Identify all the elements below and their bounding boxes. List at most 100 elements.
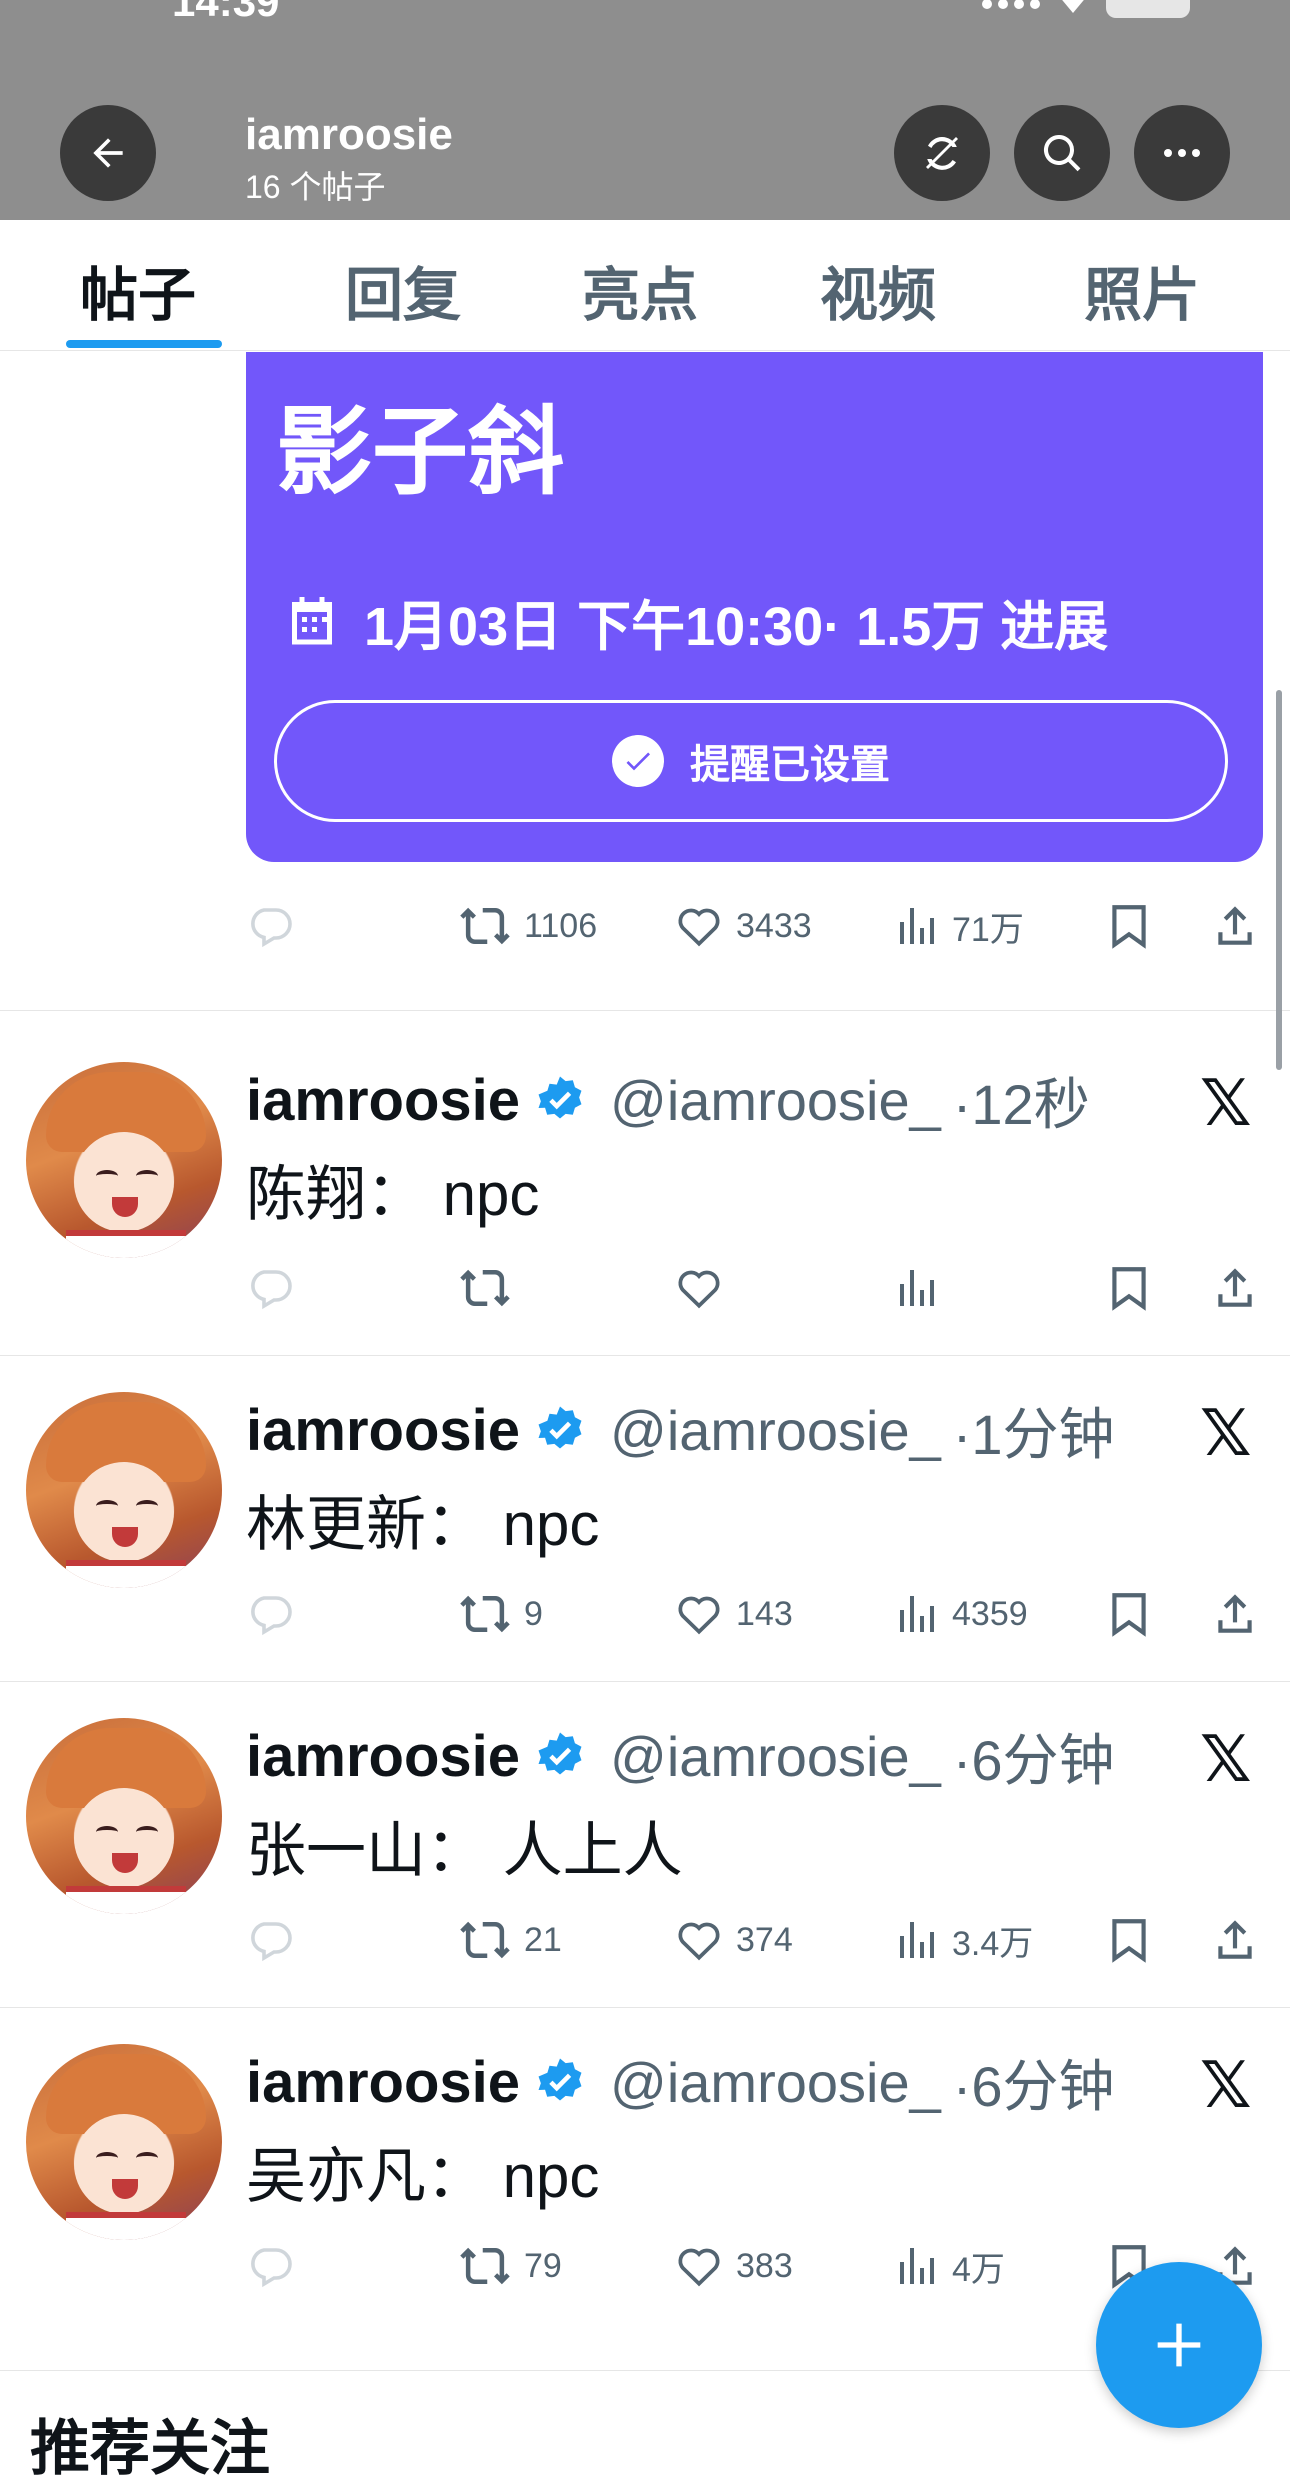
views-icon (900, 2248, 934, 2284)
avatar[interactable] (26, 1392, 222, 1588)
views-button[interactable]: 3.4万 (892, 1910, 1033, 1970)
reminder-set-button[interactable]: 提醒已设置 (274, 700, 1228, 822)
retweet-count: 79 (524, 2246, 562, 2285)
event-card[interactable]: 影子斜 1月03日 下午10:30· 1.5万 进展 提醒已设置 (246, 352, 1263, 862)
share-button[interactable] (1210, 896, 1260, 956)
tweet-handle: @iamroosie_ (610, 1399, 941, 1462)
scrollbar[interactable] (1276, 690, 1282, 1070)
share-button[interactable] (1210, 1910, 1260, 1970)
reply-button[interactable] (246, 2236, 294, 2296)
reply-button[interactable] (246, 1584, 294, 1644)
tweet-handle: @iamroosie_ (610, 1069, 941, 1132)
bookmark-icon (1112, 1593, 1146, 1637)
avatar[interactable] (26, 1062, 222, 1258)
share-button[interactable] (1210, 1258, 1260, 1318)
bookmark-button[interactable] (1104, 1910, 1154, 1970)
bookmark-icon (1112, 1267, 1146, 1311)
tweet-action-bar: 21 374 3.4万 (246, 1910, 1276, 1970)
search-button[interactable] (1014, 105, 1110, 201)
tab-posts[interactable]: 帖子 (80, 248, 196, 332)
tweet-item[interactable]: iamroosie @iamroosie_ ·12秒 𝕏 陈翔： npc (0, 1010, 1290, 1355)
retweet-button[interactable] (458, 1258, 524, 1318)
post-count: 16 个帖子 (245, 169, 386, 205)
tweet-author-name[interactable]: iamroosie (246, 2049, 520, 2116)
tweet-time: ·6分钟 (952, 1729, 1115, 1792)
tweet-handle: @iamroosie_ (610, 1725, 941, 1788)
more-icon (1164, 149, 1200, 157)
signal-icon (982, 0, 1040, 9)
tab-replies[interactable]: 回复 (345, 248, 461, 332)
views-button[interactable] (892, 1258, 952, 1318)
retweet-button[interactable]: 79 (458, 2236, 562, 2296)
heart-icon (678, 1922, 720, 1961)
compose-button[interactable] (1096, 2262, 1262, 2428)
tweet-item[interactable]: iamroosie @iamroosie_ ·6分钟 𝕏 张一山： 人上人 21… (0, 1666, 1290, 2006)
x-logo-icon: 𝕏 (1200, 1067, 1252, 1139)
heart-icon (678, 1596, 720, 1635)
tweet-time: ·6分钟 (952, 2055, 1115, 2118)
reply-icon (251, 2248, 292, 2288)
back-button[interactable] (60, 105, 156, 201)
views-button[interactable]: 71万 (892, 896, 1024, 956)
like-button[interactable]: 383 (674, 2236, 793, 2296)
reply-button[interactable] (246, 1910, 294, 1970)
arrow-left-icon (93, 138, 123, 168)
like-button[interactable]: 3433 (674, 896, 812, 956)
event-meta: 1月03日 下午10:30· 1.5万 进展 (282, 582, 1108, 661)
share-button[interactable] (1210, 1584, 1260, 1644)
views-count: 71万 (952, 910, 1024, 949)
tweet-item[interactable]: iamroosie @iamroosie_ ·1分钟 𝕏 林更新： npc 9 … (0, 1340, 1290, 1680)
bookmark-button[interactable] (1104, 896, 1154, 956)
tweet-author-name[interactable]: iamroosie (246, 1067, 520, 1134)
tweet-author-name[interactable]: iamroosie (246, 1723, 520, 1790)
tweet-time: ·1分钟 (952, 1403, 1115, 1466)
no-sync-icon (926, 137, 958, 170)
views-button[interactable]: 4万 (892, 2236, 1005, 2296)
top-bar: 14:39 iamroosie 16 个帖子 (0, 0, 1290, 220)
views-icon (900, 1270, 934, 1306)
battery-icon (1106, 0, 1190, 18)
tab-highlights[interactable]: 亮点 (582, 248, 698, 332)
profile-name: iamroosie (245, 110, 453, 159)
share-icon (1218, 1268, 1252, 1307)
bookmark-button[interactable] (1104, 1258, 1154, 1318)
x-logo-icon: 𝕏 (1200, 2049, 1252, 2121)
like-button[interactable]: 374 (674, 1910, 793, 1970)
views-button[interactable]: 4359 (892, 1584, 1028, 1644)
share-icon (1218, 1920, 1252, 1959)
status-time: 14:39 (172, 0, 280, 25)
like-button[interactable] (674, 1258, 736, 1318)
avatar[interactable] (26, 2044, 222, 2240)
event-meta-text: 1月03日 下午10:30· 1.5万 进展 (364, 597, 1109, 657)
tweet-author-name[interactable]: iamroosie (246, 1397, 520, 1464)
bookmark-icon (1112, 1919, 1146, 1963)
reply-button[interactable] (246, 1258, 294, 1318)
retweet-button[interactable]: 21 (458, 1910, 562, 1970)
verified-badge-icon (538, 2058, 582, 2100)
like-count: 143 (736, 1594, 793, 1633)
active-tab-indicator (66, 340, 222, 348)
event-action-bar: 1106 3433 71万 (246, 896, 1276, 956)
divider (0, 2370, 1290, 2371)
tweet-action-bar: 9 143 4359 (246, 1584, 1276, 1644)
tweet-text: 陈翔： npc (246, 1161, 540, 1228)
tweet-text: 林更新： npc (246, 1491, 600, 1558)
tab-videos[interactable]: 视频 (820, 248, 936, 332)
reply-button[interactable] (246, 896, 294, 956)
retweet-button[interactable]: 9 (458, 1584, 543, 1644)
tab-photos[interactable]: 照片 (1084, 248, 1200, 332)
avatar[interactable] (26, 1718, 222, 1914)
no-sync-button[interactable] (894, 105, 990, 201)
share-icon (1218, 1594, 1252, 1633)
more-button[interactable] (1134, 105, 1230, 201)
like-button[interactable]: 143 (674, 1584, 793, 1644)
retweet-button[interactable]: 1106 (458, 896, 597, 956)
verified-badge-icon (538, 1406, 582, 1448)
like-count: 374 (736, 1920, 793, 1959)
retweet-icon (460, 1921, 510, 1959)
views-count: 3.4万 (952, 1924, 1034, 1963)
bookmark-button[interactable] (1104, 1584, 1154, 1644)
tweet-handle: @iamroosie_ (610, 2051, 941, 2114)
plus-icon (1157, 2323, 1201, 2367)
tweet-item[interactable]: iamroosie @iamroosie_ ·6分钟 𝕏 吴亦凡： npc 79… (0, 1992, 1290, 2332)
